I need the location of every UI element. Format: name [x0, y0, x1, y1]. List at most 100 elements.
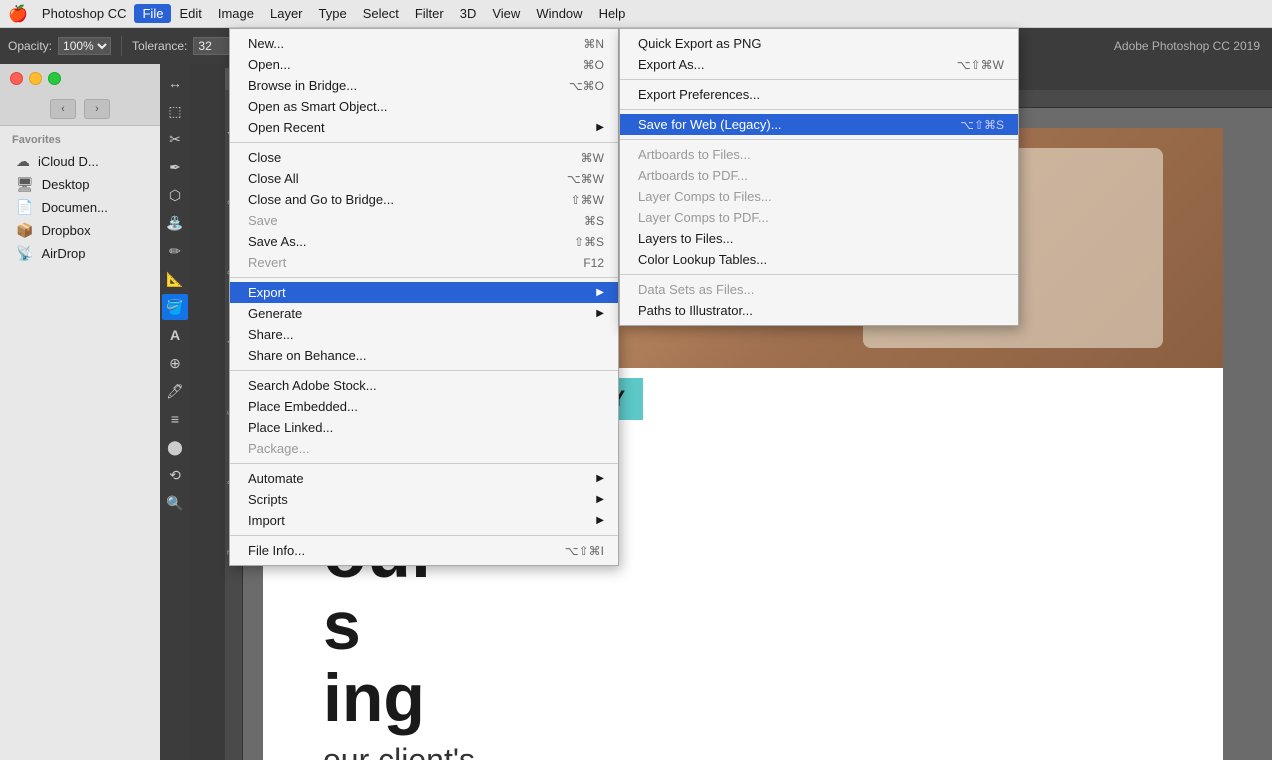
menu-close-all[interactable]: Close All ⌥⌘W	[230, 168, 618, 189]
menu-open-smart[interactable]: Open as Smart Object...	[230, 96, 618, 117]
window-controls	[0, 64, 160, 92]
menu-browse-bridge[interactable]: Browse in Bridge... ⌥⌘O	[230, 75, 618, 96]
sidebar-item-desktop[interactable]: 🖥 Desktop	[4, 173, 156, 196]
menu-save: Save ⌘S	[230, 210, 618, 231]
desktop-icon: 🖥	[16, 176, 34, 193]
tool-lasso[interactable]: ✂	[162, 126, 188, 152]
tool-text[interactable]: A	[162, 322, 188, 348]
menu-revert: Revert F12	[230, 252, 618, 273]
menu-generate[interactable]: Generate ▶	[230, 303, 618, 324]
menu-sep-4	[230, 463, 618, 464]
tool-zoom[interactable]: ⬤	[162, 434, 188, 460]
menu-sep-2	[230, 277, 618, 278]
toolbar-separator	[121, 36, 122, 56]
export-color-lookup[interactable]: Color Lookup Tables...	[620, 249, 1018, 270]
airdrop-label: AirDrop	[41, 246, 85, 261]
menu-share[interactable]: Share...	[230, 324, 618, 345]
tool-clone[interactable]: ⊕	[162, 350, 188, 376]
documents-icon: 📄	[16, 199, 33, 216]
close-window-button[interactable]	[10, 72, 23, 85]
airdrop-icon: 📡	[16, 245, 33, 262]
maximize-window-button[interactable]	[48, 72, 61, 85]
desktop-label: Desktop	[42, 177, 90, 192]
export-save-for-web[interactable]: Save for Web (Legacy)... ⌥⇧⌘S	[620, 114, 1018, 135]
menubar-window[interactable]: Window	[528, 4, 590, 23]
tool-heal[interactable]: ✏	[162, 238, 188, 264]
export-submenu: Quick Export as PNG Export As... ⌥⇧⌘W Ex…	[619, 28, 1019, 326]
sidebar-navigation: ‹ ›	[0, 92, 160, 126]
menubar-3d[interactable]: 3D	[452, 4, 485, 23]
menubar-photoshop[interactable]: Photoshop CC	[34, 4, 135, 23]
export-layer-comps-pdf: Layer Comps to PDF...	[620, 207, 1018, 228]
menu-scripts[interactable]: Scripts ▶	[230, 489, 618, 510]
export-preferences[interactable]: Export Preferences...	[620, 84, 1018, 105]
menubar-select[interactable]: Select	[355, 4, 407, 23]
tool-brush[interactable]: 📐	[162, 266, 188, 292]
sidebar-item-dropbox[interactable]: 📦 Dropbox	[4, 219, 156, 242]
menubar-filter[interactable]: Filter	[407, 4, 452, 23]
tolerance-label: Tolerance:	[132, 39, 187, 53]
menu-export[interactable]: Export ▶	[230, 282, 618, 303]
menubar-image[interactable]: Image	[210, 4, 262, 23]
file-menu-dropdown: New... ⌘N Open... ⌘O Browse in Bridge...…	[229, 28, 619, 566]
menu-close-bridge[interactable]: Close and Go to Bridge... ⇧⌘W	[230, 189, 618, 210]
menubar-file[interactable]: File	[134, 4, 171, 23]
sidebar-item-documents[interactable]: 📄 Documen...	[4, 196, 156, 219]
tool-shape[interactable]: ⬡	[162, 182, 188, 208]
export-as[interactable]: Export As... ⌥⇧⌘W	[620, 54, 1018, 75]
menubar-layer[interactable]: Layer	[262, 4, 311, 23]
minimize-window-button[interactable]	[29, 72, 42, 85]
menu-place-embedded[interactable]: Place Embedded...	[230, 396, 618, 417]
tool-fill[interactable]: 🪣	[162, 294, 188, 320]
opacity-select[interactable]: 100%	[58, 37, 111, 55]
export-sep-3	[620, 139, 1018, 140]
menu-bar: 🍎 Photoshop CC File Edit Image Layer Typ…	[0, 0, 1272, 28]
finder-sidebar: ‹ › Favorites ☁ iCloud D... 🖥 Desktop 📄 …	[0, 64, 160, 760]
tool-magnify[interactable]: 🔍	[162, 490, 188, 516]
export-paths-illustrator[interactable]: Paths to Illustrator...	[620, 300, 1018, 321]
documents-label: Documen...	[41, 200, 107, 215]
export-data-sets: Data Sets as Files...	[620, 279, 1018, 300]
tool-move[interactable]: ↔	[162, 70, 188, 96]
export-layers-to-files[interactable]: Layers to Files...	[620, 228, 1018, 249]
export-sep-2	[620, 109, 1018, 110]
left-tools-panel: ↔ ⬚ ✂ ✒ ⬡ ⛲ ✏ 📐 🪣 A ⊕ 🖊 ≡ ⬤ ⟲ 🔍	[160, 64, 190, 760]
menu-file-info[interactable]: File Info... ⌥⇧⌘I	[230, 540, 618, 561]
menu-sep-1	[230, 142, 618, 143]
menubar-edit[interactable]: Edit	[171, 4, 209, 23]
sidebar-item-icloud[interactable]: ☁ iCloud D...	[4, 150, 156, 173]
tool-path[interactable]: ≡	[162, 406, 188, 432]
menu-open[interactable]: Open... ⌘O	[230, 54, 618, 75]
export-sep-4	[620, 274, 1018, 275]
tool-pen[interactable]: ✒	[162, 154, 188, 180]
tool-marquee[interactable]: ⬚	[162, 98, 188, 124]
forward-button[interactable]: ›	[84, 99, 110, 119]
tool-dodge[interactable]: 🖊	[162, 378, 188, 404]
menu-sep-3	[230, 370, 618, 371]
menu-search-stock[interactable]: Search Adobe Stock...	[230, 375, 618, 396]
menu-save-as[interactable]: Save As... ⇧⌘S	[230, 231, 618, 252]
back-button[interactable]: ‹	[50, 99, 76, 119]
menu-open-recent[interactable]: Open Recent ▶	[230, 117, 618, 138]
dropbox-icon: 📦	[16, 222, 33, 239]
menu-import[interactable]: Import ▶	[230, 510, 618, 531]
export-quick-png[interactable]: Quick Export as PNG	[620, 33, 1018, 54]
sidebar-item-airdrop[interactable]: 📡 AirDrop	[4, 242, 156, 265]
menubar-help[interactable]: Help	[591, 4, 634, 23]
export-sep-1	[620, 79, 1018, 80]
menubar-type[interactable]: Type	[311, 4, 355, 23]
menu-new[interactable]: New... ⌘N	[230, 33, 618, 54]
tool-hand[interactable]: ⟲	[162, 462, 188, 488]
export-artboards-pdf: Artboards to PDF...	[620, 165, 1018, 186]
menu-share-behance[interactable]: Share on Behance...	[230, 345, 618, 366]
export-artboards-files: Artboards to Files...	[620, 144, 1018, 165]
export-layer-comps-files: Layer Comps to Files...	[620, 186, 1018, 207]
opacity-label: Opacity:	[8, 39, 52, 53]
menu-place-linked[interactable]: Place Linked...	[230, 417, 618, 438]
menubar-view[interactable]: View	[484, 4, 528, 23]
menu-automate[interactable]: Automate ▶	[230, 468, 618, 489]
tool-eyedropper[interactable]: ⛲	[162, 210, 188, 236]
menu-close[interactable]: Close ⌘W	[230, 147, 618, 168]
favorites-label: Favorites	[0, 126, 160, 150]
apple-logo-icon[interactable]: 🍎	[8, 4, 28, 24]
